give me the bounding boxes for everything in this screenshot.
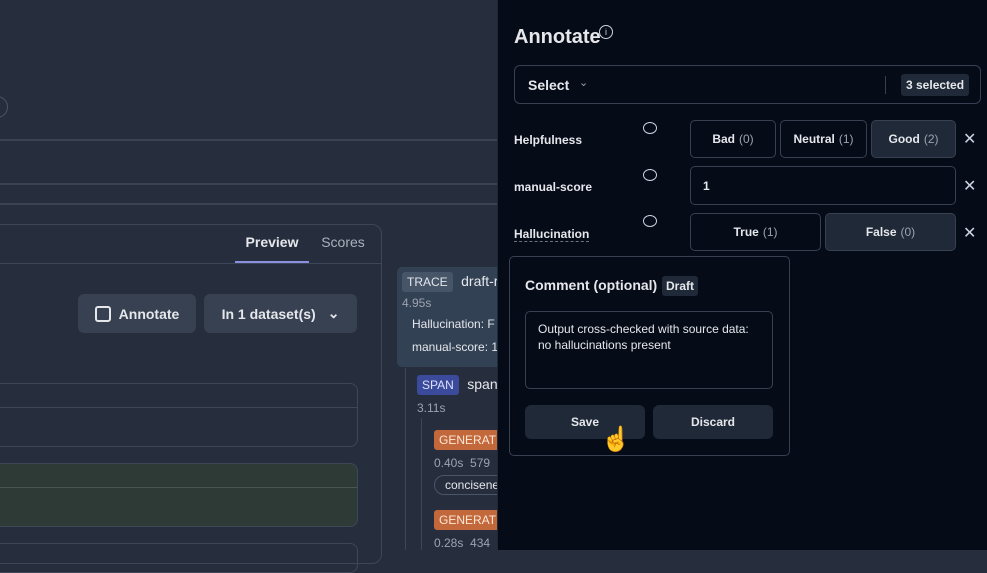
manual-score-input[interactable]: 1: [690, 166, 956, 205]
score-hallucination: Hallucination: F: [412, 317, 495, 331]
option-count: (2): [923, 132, 939, 146]
output-card: [0, 463, 358, 527]
score-manual: manual-score: 1: [412, 340, 499, 354]
manual-score-label: manual-score: [514, 180, 593, 194]
select-label: Select: [528, 77, 570, 93]
divider: [0, 183, 497, 185]
comment-title: Comment (optional): [525, 277, 658, 293]
trace-node[interactable]: TRACE draft-r 4.95s Hallucination: F man…: [397, 267, 507, 367]
divider: [0, 407, 357, 408]
trace-duration: 4.95s: [402, 296, 432, 310]
comment-textarea[interactable]: Output cross-checked with source data: n…: [525, 311, 773, 389]
tree-line: [405, 368, 406, 550]
comment-icon[interactable]: [643, 169, 657, 181]
divider: [0, 203, 497, 205]
draft-badge: Draft: [662, 276, 699, 296]
option-good[interactable]: Good (2): [871, 120, 956, 158]
tabs-divider: [0, 263, 381, 264]
option-count: (1): [762, 225, 778, 239]
divider: [0, 487, 357, 488]
selected-count-badge: 3 selected: [901, 74, 970, 96]
option-bad[interactable]: Bad (0): [690, 120, 776, 158]
option-label: Good: [888, 132, 920, 146]
option-count: (0): [739, 132, 754, 146]
generation-tokens: 434: [470, 536, 491, 550]
span-node[interactable]: SPAN span- 3.11s: [417, 375, 507, 415]
close-icon[interactable]: ✕: [963, 129, 976, 149]
annotate-panel: Annotate i Select ⌄ 3 selected Helpfulne…: [497, 0, 987, 550]
comment-icon[interactable]: [643, 122, 657, 134]
comment-icon[interactable]: [643, 215, 657, 227]
trace-type-badge: TRACE: [402, 272, 453, 292]
chevron-down-icon: ⌄: [327, 305, 340, 321]
tab-scores[interactable]: Scores: [316, 234, 370, 250]
next-card: [0, 543, 358, 573]
chevron-down-icon: ⌄: [579, 77, 589, 89]
io-card: [0, 383, 358, 447]
span-type-badge: SPAN: [417, 375, 459, 395]
hand-cursor-icon: ☝: [601, 426, 631, 453]
hallucination-label: Hallucination: [514, 227, 590, 242]
panel-title: Annotate: [514, 26, 601, 48]
divider: [0, 139, 497, 141]
option-true[interactable]: True (1): [690, 213, 821, 251]
close-icon[interactable]: ✕: [963, 176, 976, 196]
option-count: (0): [900, 225, 916, 239]
tab-preview[interactable]: Preview: [235, 234, 309, 264]
info-icon[interactable]: i: [599, 25, 613, 39]
dataset-label: In 1 dataset(s): [221, 305, 316, 322]
close-icon[interactable]: ✕: [963, 223, 976, 243]
score-select[interactable]: Select ⌄ 3 selected: [514, 65, 981, 104]
trace-name: draft-r: [461, 273, 499, 289]
separator: [885, 76, 886, 94]
discard-button[interactable]: Discard: [653, 405, 773, 439]
annotate-button[interactable]: Annotate: [78, 294, 196, 333]
option-label: True: [733, 225, 759, 239]
option-neutral[interactable]: Neutral (1): [780, 120, 867, 158]
option-false[interactable]: False (0): [825, 213, 956, 251]
annotate-label: Annotate: [118, 305, 180, 322]
generation-duration: 0.40s: [434, 456, 464, 470]
tree-line: [421, 418, 422, 550]
dataset-dropdown[interactable]: In 1 dataset(s) ⌄: [204, 294, 357, 333]
helpfulness-label: Helpfulness: [514, 133, 583, 147]
generation-duration: 0.28s: [434, 536, 464, 550]
span-duration: 3.11s: [417, 401, 446, 415]
edit-icon: [94, 305, 111, 322]
generation-tokens: 579: [470, 456, 491, 470]
circle-icon: [0, 96, 8, 118]
option-label: Neutral: [793, 132, 835, 146]
comment-popover: Comment (optional) Draft Output cross-ch…: [509, 256, 790, 456]
option-label: Bad: [712, 132, 735, 146]
option-label: False: [865, 225, 897, 239]
option-count: (1): [838, 132, 854, 146]
